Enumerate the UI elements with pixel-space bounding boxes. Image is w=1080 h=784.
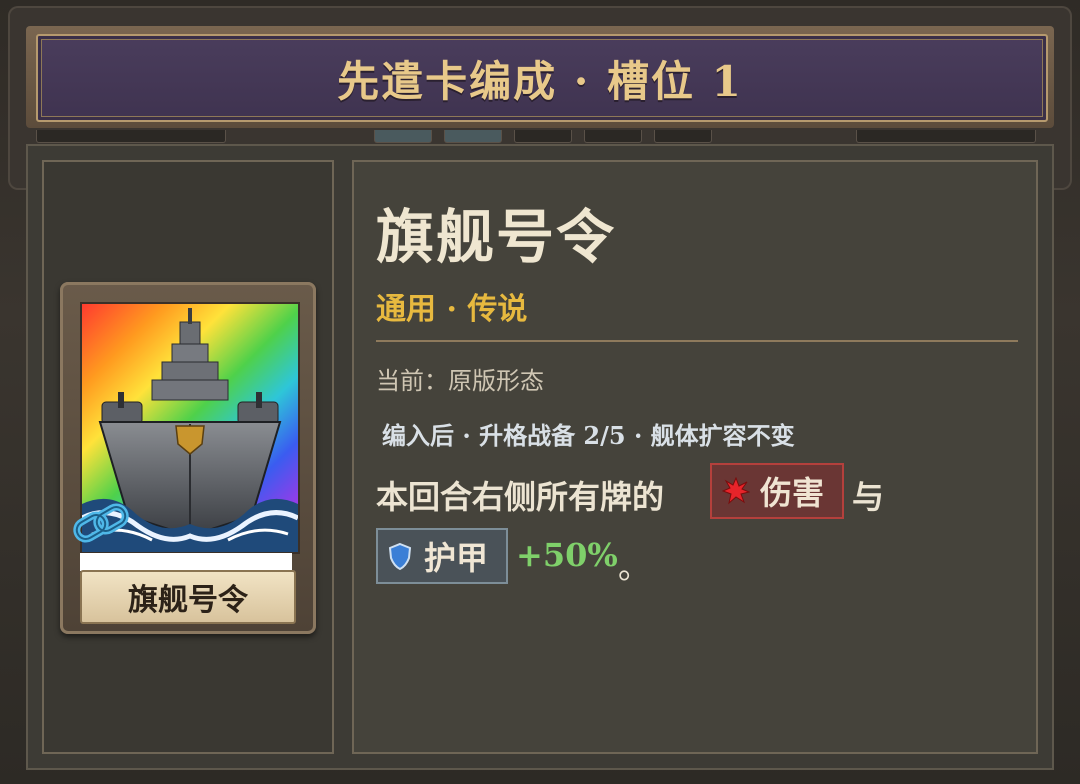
header-tab	[36, 130, 226, 143]
conjunction-text: 与	[852, 478, 885, 516]
header-tab	[374, 130, 432, 143]
damage-keyword-tag[interactable]: 伤害	[710, 463, 844, 519]
period-text: 。	[618, 548, 651, 586]
header-tab	[444, 130, 502, 143]
burst-icon	[722, 477, 750, 505]
armor-keyword-tag[interactable]: 护甲	[376, 528, 508, 584]
current-form-label: 当前：原版形态	[376, 367, 544, 395]
header-tab	[584, 130, 642, 143]
header-tab	[654, 130, 712, 143]
armor-keyword-label: 护甲	[424, 539, 489, 577]
page-title: 先遣卡编成 · 槽位 1	[337, 56, 743, 106]
card-title: 旗舰号令	[376, 203, 617, 271]
divider	[376, 340, 1018, 342]
effect-text: 本回合右侧所有牌的	[376, 478, 665, 516]
damage-keyword-label: 伤害	[760, 474, 825, 512]
bonus-value: +50%	[516, 536, 618, 574]
upgrade-info: 编入后 · 升格战备 2/5 · 舰体扩容不变	[382, 421, 795, 450]
header-tab	[514, 130, 572, 143]
header-tab	[856, 130, 1036, 143]
shield-icon	[388, 542, 412, 570]
card-nameplate: 旗舰号令	[80, 570, 296, 624]
chain-link-icon	[70, 500, 132, 550]
card-progress-strip	[80, 553, 292, 571]
card-rarity: 通用 · 传说	[376, 292, 528, 327]
